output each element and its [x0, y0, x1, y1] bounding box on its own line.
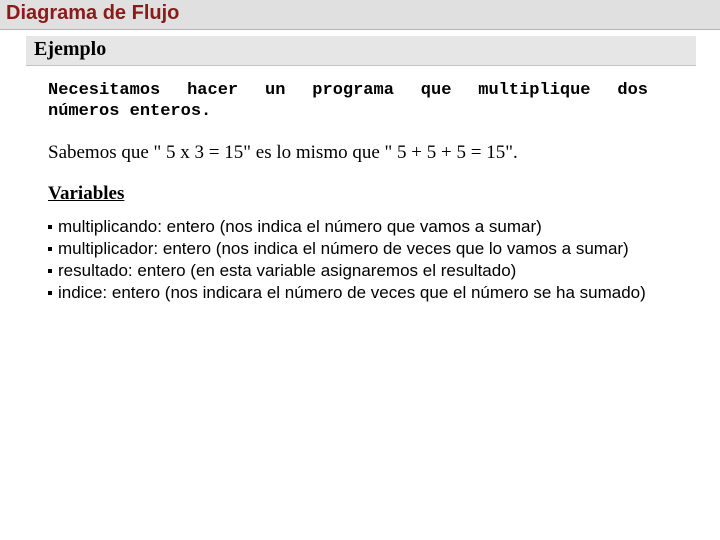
intro-line-1: Necesitamos hacer un programa que multip… — [48, 80, 648, 101]
slide: Diagrama de Flujo Ejemplo Necesitamos ha… — [0, 0, 720, 540]
slide-body: Necesitamos hacer un programa que multip… — [0, 66, 720, 304]
explanation-text: Sabemos que " 5 x 3 = 15" es lo mismo qu… — [48, 141, 700, 165]
slide-title: Diagrama de Flujo — [0, 0, 720, 30]
intro-line-2: números enteros. — [48, 101, 648, 122]
variable-indice: indice: entero (nos indicara el número d… — [58, 283, 646, 302]
variable-multiplicando: multiplicando: entero (nos indica el núm… — [58, 217, 542, 236]
list-item — [48, 217, 58, 236]
list-item — [48, 239, 58, 258]
slide-subtitle: Ejemplo — [26, 36, 696, 66]
variables-heading: Variables — [48, 182, 700, 206]
variable-resultado: resultado: entero (en esta variable asig… — [58, 261, 516, 280]
variable-multiplicador: multiplicador: entero (nos indica el núm… — [58, 239, 629, 258]
variables-list: multiplicando: entero (nos indica el núm… — [48, 216, 658, 304]
list-item — [48, 283, 58, 302]
list-item — [48, 261, 58, 280]
